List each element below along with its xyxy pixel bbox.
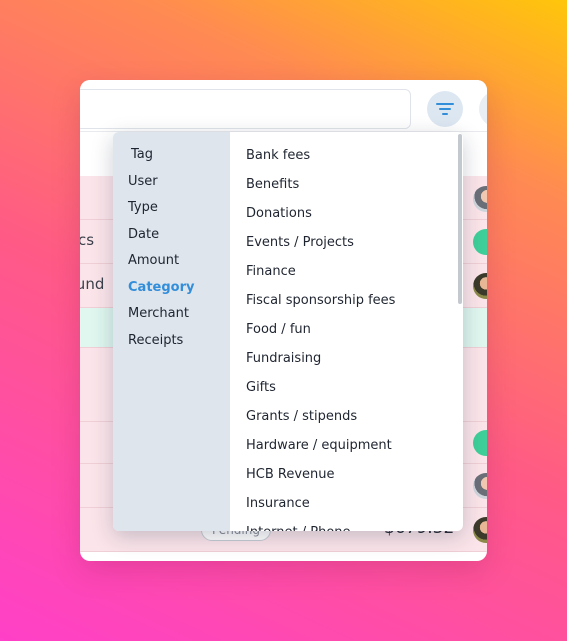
row-memo: Fund (80, 275, 105, 293)
category-option[interactable]: Finance (230, 257, 463, 286)
filter-dropdown: Tag User Type Date Amount Category Merch… (113, 132, 463, 531)
filter-type-tag[interactable]: Tag (113, 142, 230, 169)
filter-type-category[interactable]: Category (113, 275, 230, 302)
filter-type-list: Tag User Type Date Amount Category Merch… (113, 132, 230, 531)
avatar (473, 186, 487, 212)
avatar (473, 517, 487, 543)
filter-type-receipts[interactable]: Receipts (113, 328, 230, 355)
category-option[interactable]: Internet / Phone (230, 518, 463, 531)
search-input[interactable] (80, 89, 411, 129)
category-option[interactable]: Gifts (230, 373, 463, 402)
filter-icon (436, 103, 454, 115)
filter-type-date[interactable]: Date (113, 222, 230, 249)
category-option[interactable]: HCB Revenue (230, 460, 463, 489)
category-option[interactable]: Events / Projects (230, 228, 463, 257)
filter-button[interactable] (427, 91, 463, 127)
avatar (473, 273, 487, 299)
scrollbar[interactable] (458, 134, 462, 304)
filter-type-type[interactable]: Type (113, 195, 230, 222)
category-option[interactable]: Food / fun (230, 315, 463, 344)
category-option[interactable]: Grants / stipends (230, 402, 463, 431)
category-option[interactable]: Bank fees (230, 141, 463, 170)
toolbar (80, 80, 487, 132)
filter-type-user[interactable]: User (113, 169, 230, 196)
category-option[interactable]: Donations (230, 199, 463, 228)
filter-type-merchant[interactable]: Merchant (113, 301, 230, 328)
category-list[interactable]: Bank fees Benefits Donations Events / Pr… (230, 132, 463, 531)
category-option[interactable]: Benefits (230, 170, 463, 199)
avatar (473, 430, 487, 456)
category-option[interactable]: Fundraising (230, 344, 463, 373)
filter-type-amount[interactable]: Amount (113, 248, 230, 275)
avatar (473, 473, 487, 499)
avatar (473, 229, 487, 255)
category-option[interactable]: Insurance (230, 489, 463, 518)
more-button[interactable] (479, 91, 487, 127)
row-memo: tics (80, 231, 95, 249)
category-option[interactable]: Fiscal sponsorship fees (230, 286, 463, 315)
category-option[interactable]: Hardware / equipment (230, 431, 463, 460)
